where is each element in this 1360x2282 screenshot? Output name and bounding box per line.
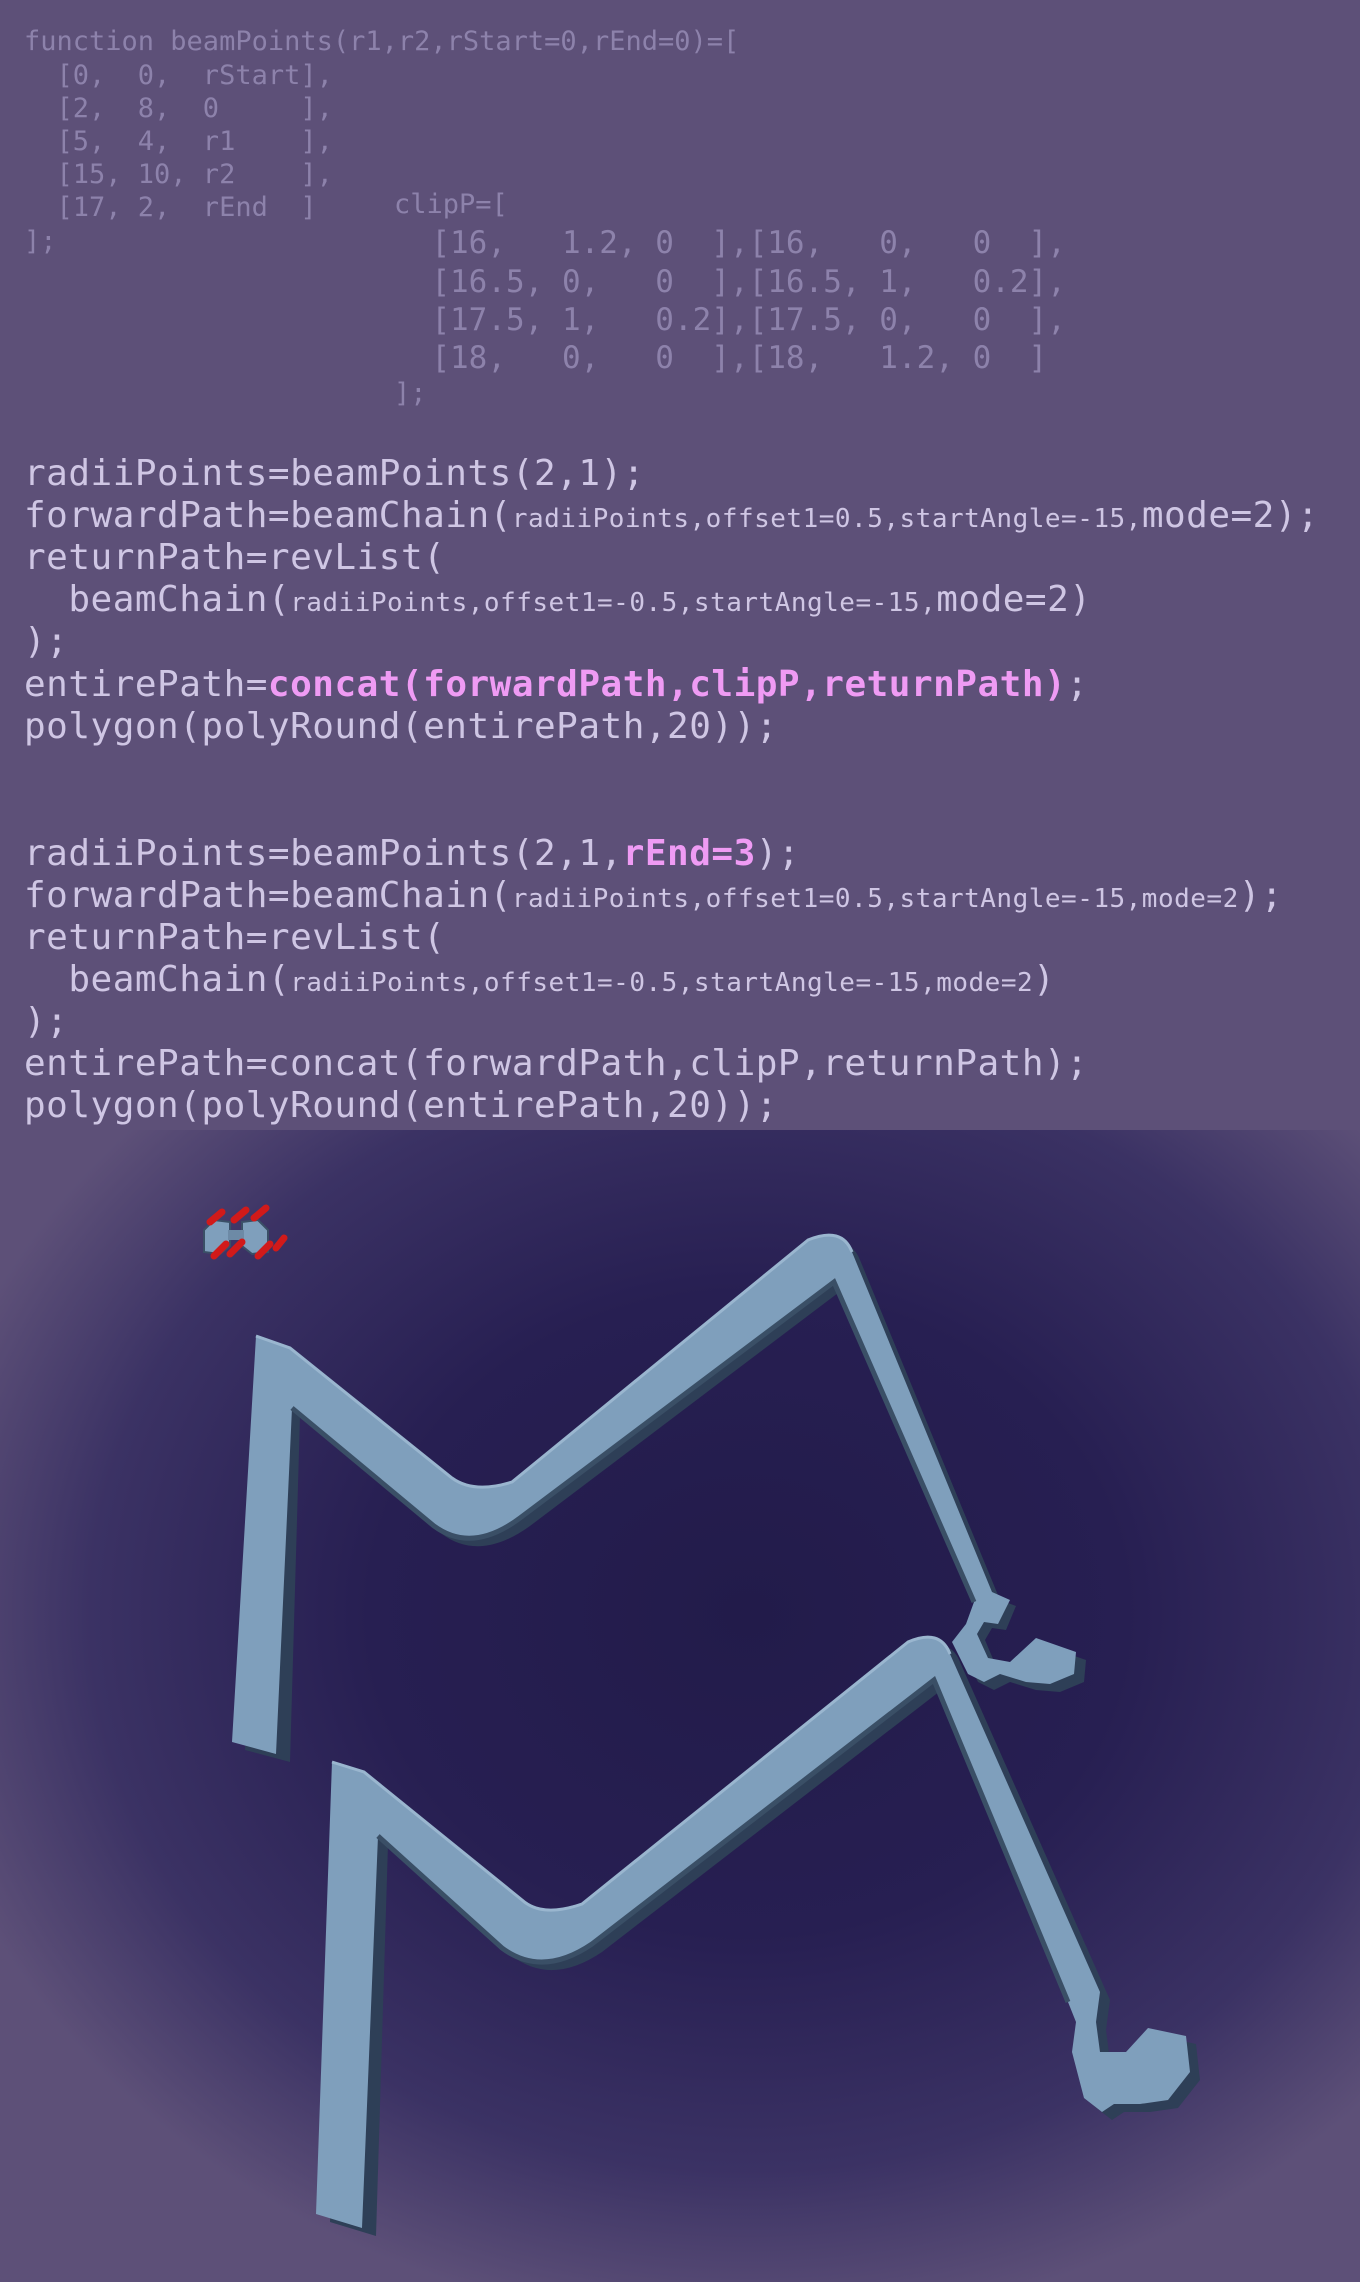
code-token: beamChain( <box>24 579 291 620</box>
code-line: polygon(polyRound(entirePath,20)); <box>24 1085 778 1126</box>
code-line: ]; <box>394 378 427 409</box>
code-line: ); <box>24 1001 69 1042</box>
code-line: returnPath=revList( <box>24 917 446 958</box>
code-line: entirePath=concat(forwardPath,clipP,retu… <box>24 1043 1089 1084</box>
code-token: ); <box>1238 875 1284 916</box>
code-line: [15, 10, r2 ], <box>24 159 333 190</box>
code-token: radiiPoints,offset1=-0.5,startAngle=-15,… <box>290 968 1034 998</box>
code-token: ; <box>1066 664 1089 705</box>
code-line: [18, 0, 0 ],[18, 1.2, 0 ] <box>394 340 1048 376</box>
code-line: polygon(polyRound(entirePath,20)); <box>24 706 778 747</box>
3d-viewport[interactable] <box>0 1130 1360 2282</box>
code-line: function beamPoints(r1,r2,rStart=0,rEnd=… <box>24 26 740 57</box>
highlighted-token: concat(forwardPath,clipP,returnPath) <box>267 664 1067 705</box>
code-line: clipP=[ <box>394 189 508 220</box>
code-line: returnPath=revList( <box>24 537 446 578</box>
code-line: [16.5, 0, 0 ],[16.5, 1, 0.2], <box>394 264 1066 300</box>
code-panel: function beamPoints(r1,r2,rStart=0,rEnd=… <box>0 0 1360 1140</box>
code-token: beamChain( <box>24 959 291 1000</box>
code-token: radiiPoints=beamPoints(2,1, <box>24 833 623 874</box>
code-line: radiiPoints=beamPoints(2,1,rEnd=3); <box>24 833 800 874</box>
code-line: forwardPath=beamChain(radiiPoints,offset… <box>24 875 1283 916</box>
highlighted-token: rEnd=3 <box>622 833 756 874</box>
code-line: beamChain(radiiPoints,offset1=-0.5,start… <box>24 959 1055 1000</box>
code-token: forwardPath=beamChain( <box>24 495 512 536</box>
code-token: entirePath= <box>24 664 268 705</box>
code-line: [16, 1.2, 0 ],[16, 0, 0 ], <box>394 225 1066 261</box>
code-token: radiiPoints,offset1=0.5,startAngle=-15, <box>511 504 1142 534</box>
code-token: forwardPath=beamChain( <box>24 875 512 916</box>
code-line: radiiPoints=beamPoints(2,1); <box>24 453 645 494</box>
code-token: mode=2); <box>1141 495 1320 536</box>
code-line: [5, 4, r1 ], <box>24 126 333 157</box>
code-token: ); <box>755 833 801 874</box>
code-token: radiiPoints,offset1=0.5,startAngle=-15,m… <box>511 884 1239 914</box>
code-line: forwardPath=beamChain(radiiPoints,offset… <box>24 495 1319 536</box>
code-line: [2, 8, 0 ], <box>24 93 333 124</box>
code-line: entirePath=concat(forwardPath,clipP,retu… <box>24 664 1088 705</box>
code-line: ]; <box>24 226 57 257</box>
code-line: ); <box>24 621 69 662</box>
code-line: beamChain(radiiPoints,offset1=-0.5,start… <box>24 579 1091 620</box>
code-token: radiiPoints,offset1=-0.5,startAngle=-15, <box>290 588 937 618</box>
code-token: mode=2) <box>936 579 1092 620</box>
code-line: [17, 2, rEnd ] <box>24 192 317 223</box>
code-token: ) <box>1033 959 1056 1000</box>
code-line: [0, 0, rStart], <box>24 60 333 91</box>
code-line: [17.5, 1, 0.2],[17.5, 0, 0 ], <box>394 302 1066 338</box>
